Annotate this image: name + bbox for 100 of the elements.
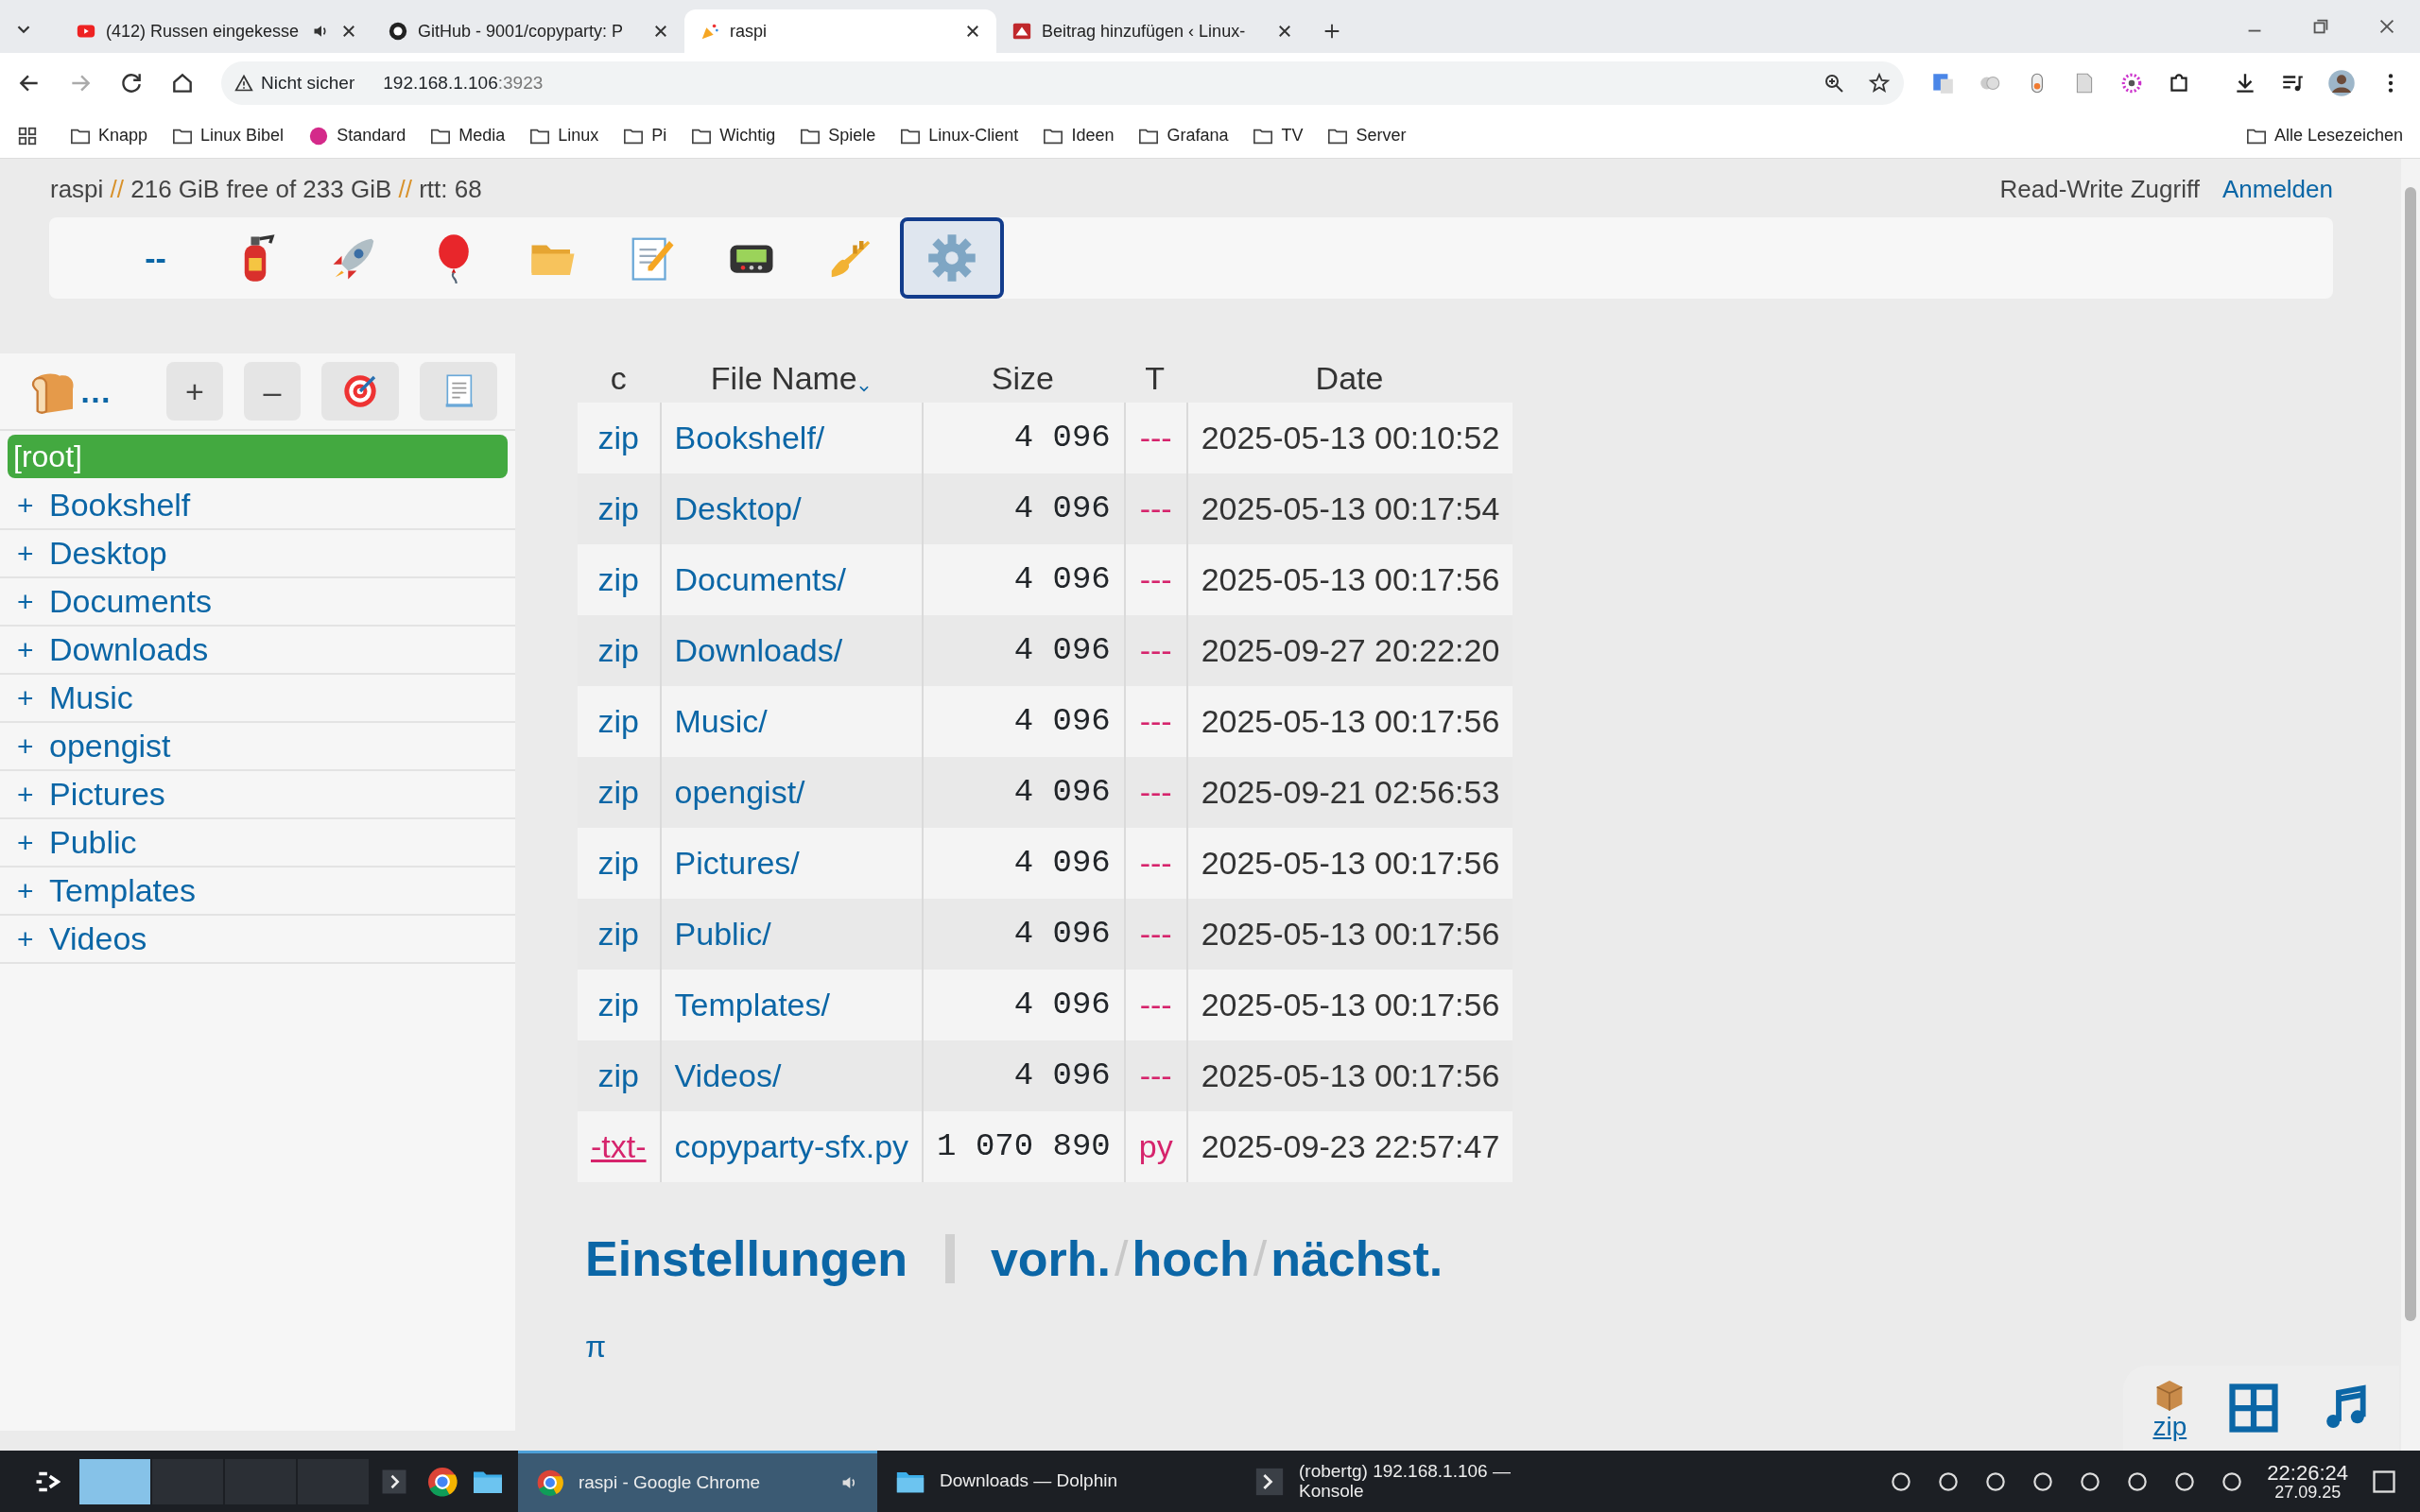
bookmark[interactable]: Standard — [308, 123, 406, 148]
url-text: 192.168.1.106:3923 — [383, 71, 544, 94]
action-link[interactable]: zip — [597, 632, 639, 668]
size-text: 4 096 — [1013, 490, 1111, 526]
status-text: raspi // 216 GiB free of 233 GiB // rtt: 68 — [50, 173, 482, 205]
sidebar-button[interactable]: + — [166, 362, 223, 421]
browser-tab[interactable]: Beitrag hinzufügen ‹ Linux- — [996, 9, 1308, 53]
close-icon[interactable] — [1276, 23, 1293, 40]
show-desktop-icon[interactable] — [2371, 1468, 2397, 1495]
bookmark[interactable]: TV — [1253, 123, 1304, 148]
bookmark[interactable]: Linux — [529, 123, 599, 148]
task-button[interactable]: Downloads — Dolphin — [877, 1451, 1236, 1512]
file-link[interactable]: Videos/ — [674, 1057, 782, 1093]
date-text: 2025-05-13 00:17:56 — [1201, 703, 1500, 739]
close-icon[interactable] — [652, 23, 669, 40]
file-link[interactable]: opengist/ — [674, 774, 805, 810]
type-text: --- — [1139, 774, 1172, 810]
bookmark[interactable]: Grafana — [1138, 123, 1229, 148]
type-text: --- — [1139, 632, 1172, 668]
settings-icon — [926, 232, 977, 284]
action-link[interactable]: zip — [597, 490, 639, 526]
toolbar-button[interactable]: -- — [106, 217, 205, 299]
site-icon — [1011, 21, 1032, 42]
login-link[interactable]: Anmelden — [2221, 170, 2333, 208]
tree-item[interactable]: + Pictures — [0, 771, 515, 819]
home-icon[interactable] — [170, 71, 195, 95]
date-text: 2025-09-23 22:57:47 — [1201, 1128, 1500, 1164]
toolbar-button[interactable] — [900, 217, 1004, 299]
date-text: 2025-05-13 00:17:56 — [1201, 916, 1500, 952]
warning-icon — [234, 74, 253, 93]
star-icon[interactable] — [1868, 72, 1891, 94]
size-text: 4 096 — [1013, 561, 1111, 597]
security-label[interactable]: Nicht sicher — [261, 69, 355, 97]
address-field[interactable]: Nicht sicher 192.168.1.106:3923 — [221, 61, 1904, 105]
tree-item[interactable]: + Desktop — [0, 530, 515, 578]
access-label: Read-Write Zugriff — [1999, 173, 2200, 205]
scrollbar[interactable] — [2401, 159, 2420, 1451]
column-header[interactable]: T — [1123, 353, 1186, 403]
date-text: 2025-05-13 00:17:56 — [1201, 1057, 1500, 1093]
settings-link[interactable]: Einstellungen — [585, 1222, 908, 1296]
tree-item[interactable]: + Public — [0, 819, 515, 868]
file-link[interactable]: Downloads/ — [674, 632, 843, 668]
bookmark[interactable]: Linux-Client — [900, 123, 1019, 148]
tree-item[interactable]: [root] — [8, 435, 508, 478]
nav-link[interactable]: hoch — [1132, 1222, 1250, 1296]
tree-item[interactable]: + opengist — [0, 723, 515, 771]
bookmark[interactable]: Spiele — [800, 123, 876, 148]
size-text: 4 096 — [1013, 1057, 1111, 1093]
task-button[interactable]: (robertg) 192.168.1.106 — Konsole — [1236, 1451, 1596, 1512]
bookmark[interactable]: Pi — [623, 123, 667, 148]
ellipsis-button[interactable]: … — [79, 367, 112, 416]
date-text: 2025-09-21 02:56:53 — [1201, 774, 1500, 810]
reload-icon[interactable] — [119, 71, 144, 95]
translate-icon[interactable] — [1930, 71, 1955, 95]
bookmark[interactable]: Linux Bibel — [172, 123, 285, 148]
bookmark[interactable]: Wichtig — [691, 123, 776, 148]
size-text: 4 096 — [1013, 420, 1111, 455]
bookmark[interactable]: Server — [1327, 123, 1407, 148]
close-icon[interactable] — [340, 23, 357, 40]
avatar-icon[interactable] — [2327, 69, 2356, 97]
column-header[interactable]: File Name — [659, 353, 923, 403]
pi-link[interactable]: π — [585, 1324, 607, 1369]
browser-tab[interactable]: GitHub - 9001/copyparty: P — [372, 9, 684, 53]
zoom-icon[interactable] — [1823, 72, 1845, 94]
browser-tab[interactable]: raspi — [684, 9, 996, 53]
file-link[interactable]: Music/ — [674, 703, 768, 739]
sidebar-button[interactable] — [321, 362, 399, 421]
column-header[interactable]: c — [578, 353, 660, 403]
column-header[interactable]: Date — [1185, 353, 1513, 403]
date-text: 2025-05-13 00:10:52 — [1201, 420, 1500, 455]
desktop-pager[interactable] — [79, 1458, 150, 1504]
bookmark[interactable]: Media — [430, 123, 506, 148]
nav-link[interactable]: nächst. — [1270, 1222, 1443, 1296]
tree-item[interactable]: + Downloads — [0, 627, 515, 675]
file-link[interactable]: Desktop/ — [674, 490, 802, 526]
tree-item[interactable]: + Documents — [0, 578, 515, 627]
action-link[interactable]: zip — [597, 774, 639, 810]
bookmark[interactable]: Alle Lesezeichen — [2245, 123, 2403, 148]
tree-item[interactable]: + Templates — [0, 868, 515, 916]
tree-item[interactable]: + Bookshelf — [0, 482, 515, 530]
zip-button[interactable]: zip — [2151, 1376, 2189, 1440]
sidebar-button[interactable]: – — [244, 362, 301, 421]
file-link[interactable]: Public/ — [674, 916, 771, 952]
action-link[interactable]: zip — [597, 1057, 639, 1093]
bookmark[interactable]: Knapp — [70, 123, 148, 148]
apps-icon[interactable] — [17, 125, 38, 146]
sidebar-button[interactable] — [420, 362, 497, 421]
clock[interactable]: 22:26:24 27.09.25 — [2267, 1462, 2348, 1501]
task-button[interactable]: raspi - Google Chrome — [518, 1451, 877, 1512]
bookmark[interactable]: Ideen — [1043, 123, 1115, 148]
nav-link[interactable]: vorh. — [990, 1222, 1112, 1296]
browser-tab[interactable]: (412) Russen eingekesse — [60, 9, 372, 53]
type-text: py — [1138, 1128, 1173, 1164]
close-icon[interactable] — [964, 23, 981, 40]
type-text: --- — [1139, 1057, 1172, 1093]
action-link[interactable]: zip — [597, 916, 639, 952]
tree-item[interactable]: + Music — [0, 675, 515, 723]
tree-item[interactable]: + Videos — [0, 916, 515, 964]
extension-icon[interactable] — [2119, 71, 2144, 95]
column-header[interactable]: Size — [922, 353, 1124, 403]
